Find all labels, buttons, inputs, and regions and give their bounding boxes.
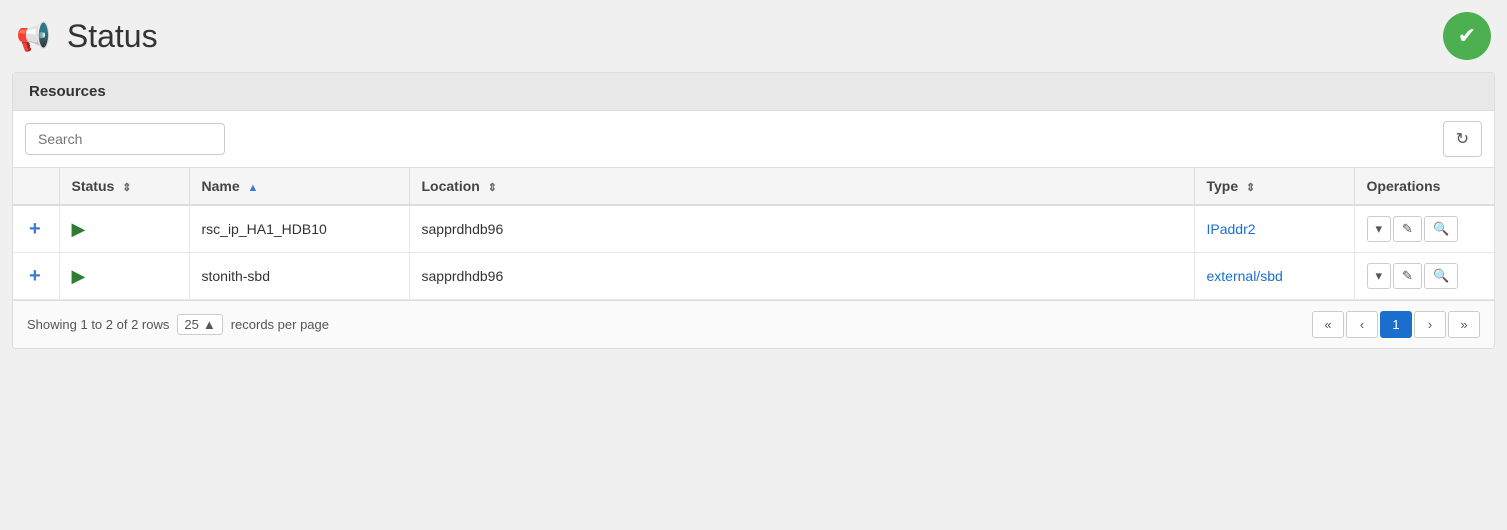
row-add-cell: +	[13, 205, 59, 253]
add-row-button[interactable]: +	[25, 265, 45, 288]
refresh-button[interactable]: ↻	[1443, 121, 1482, 157]
play-icon: ▶	[72, 219, 86, 239]
resources-table: Status ⇕ Name ▲ Location ⇕ Type ⇕ Operat…	[13, 168, 1494, 300]
row-ops-cell: ▾ ✎ 🔍	[1354, 253, 1494, 300]
ops-edit-button[interactable]: ✎	[1393, 263, 1422, 289]
table-footer: Showing 1 to 2 of 2 rows 25 ▲ records pe…	[13, 300, 1494, 348]
add-row-button[interactable]: +	[25, 218, 45, 241]
header-left: 📢 Status	[16, 18, 158, 55]
col-header-location[interactable]: Location ⇕	[409, 168, 1194, 205]
col-header-type[interactable]: Type ⇕	[1194, 168, 1354, 205]
ops-search-button[interactable]: 🔍	[1424, 263, 1458, 289]
page-title: Status	[67, 18, 158, 55]
page-header: 📢 Status ✔	[12, 12, 1495, 60]
row-type-cell: IPaddr2	[1194, 205, 1354, 253]
checkmark-icon: ✔	[1458, 23, 1476, 49]
row-status-cell: ▶	[59, 205, 189, 253]
status-ok-badge: ✔	[1443, 12, 1491, 60]
per-page-arrow-icon: ▲	[203, 317, 216, 332]
row-name-cell: stonith-sbd	[189, 253, 409, 300]
sort-icon-type: ⇕	[1246, 181, 1255, 194]
type-link[interactable]: external/sbd	[1207, 268, 1283, 284]
play-icon: ▶	[72, 266, 86, 286]
card-section-title: Resources	[13, 73, 1494, 111]
records-text: records per page	[231, 317, 329, 332]
pagination-last-button[interactable]: »	[1448, 311, 1480, 338]
pagination-next-button[interactable]: ›	[1414, 311, 1446, 338]
col-header-operations: Operations	[1354, 168, 1494, 205]
sort-icon-location: ⇕	[488, 181, 497, 194]
refresh-icon: ↻	[1456, 131, 1469, 148]
ops-group: ▾ ✎ 🔍	[1367, 263, 1483, 289]
footer-left: Showing 1 to 2 of 2 rows 25 ▲ records pe…	[27, 314, 329, 335]
resources-card: Resources ↻ Status ⇕ Name ▲ Location	[12, 72, 1495, 349]
ops-dropdown-button[interactable]: ▾	[1367, 216, 1392, 242]
row-add-cell: +	[13, 253, 59, 300]
col-header-check	[13, 168, 59, 205]
row-ops-cell: ▾ ✎ 🔍	[1354, 205, 1494, 253]
pagination: « ‹ 1 › »	[1312, 311, 1480, 338]
ops-edit-button[interactable]: ✎	[1393, 216, 1422, 242]
col-header-name[interactable]: Name ▲	[189, 168, 409, 205]
search-input[interactable]	[25, 123, 225, 155]
table-header-row: Status ⇕ Name ▲ Location ⇕ Type ⇕ Operat…	[13, 168, 1494, 205]
sort-icon-name: ▲	[248, 182, 259, 194]
type-link[interactable]: IPaddr2	[1207, 221, 1256, 237]
sort-icon-status: ⇕	[122, 181, 131, 194]
ops-group: ▾ ✎ 🔍	[1367, 216, 1483, 242]
pagination-first-button[interactable]: «	[1312, 311, 1344, 338]
showing-text: Showing 1 to 2 of 2 rows	[27, 317, 169, 332]
row-status-cell: ▶	[59, 253, 189, 300]
ops-dropdown-button[interactable]: ▾	[1367, 263, 1392, 289]
ops-search-button[interactable]: 🔍	[1424, 216, 1458, 242]
pagination-prev-button[interactable]: ‹	[1346, 311, 1378, 338]
table-toolbar: ↻	[13, 111, 1494, 168]
table-row: + ▶ rsc_ip_HA1_HDB10 sapprdhdb96 IPaddr2…	[13, 205, 1494, 253]
table-row: + ▶ stonith-sbd sapprdhdb96 external/sbd…	[13, 253, 1494, 300]
col-header-status[interactable]: Status ⇕	[59, 168, 189, 205]
row-location-cell: sapprdhdb96	[409, 253, 1194, 300]
row-name-cell: rsc_ip_HA1_HDB10	[189, 205, 409, 253]
per-page-selector[interactable]: 25 ▲	[177, 314, 222, 335]
megaphone-icon: 📢	[16, 20, 51, 53]
row-location-cell: sapprdhdb96	[409, 205, 1194, 253]
pagination-current-button[interactable]: 1	[1380, 311, 1412, 338]
row-type-cell: external/sbd	[1194, 253, 1354, 300]
